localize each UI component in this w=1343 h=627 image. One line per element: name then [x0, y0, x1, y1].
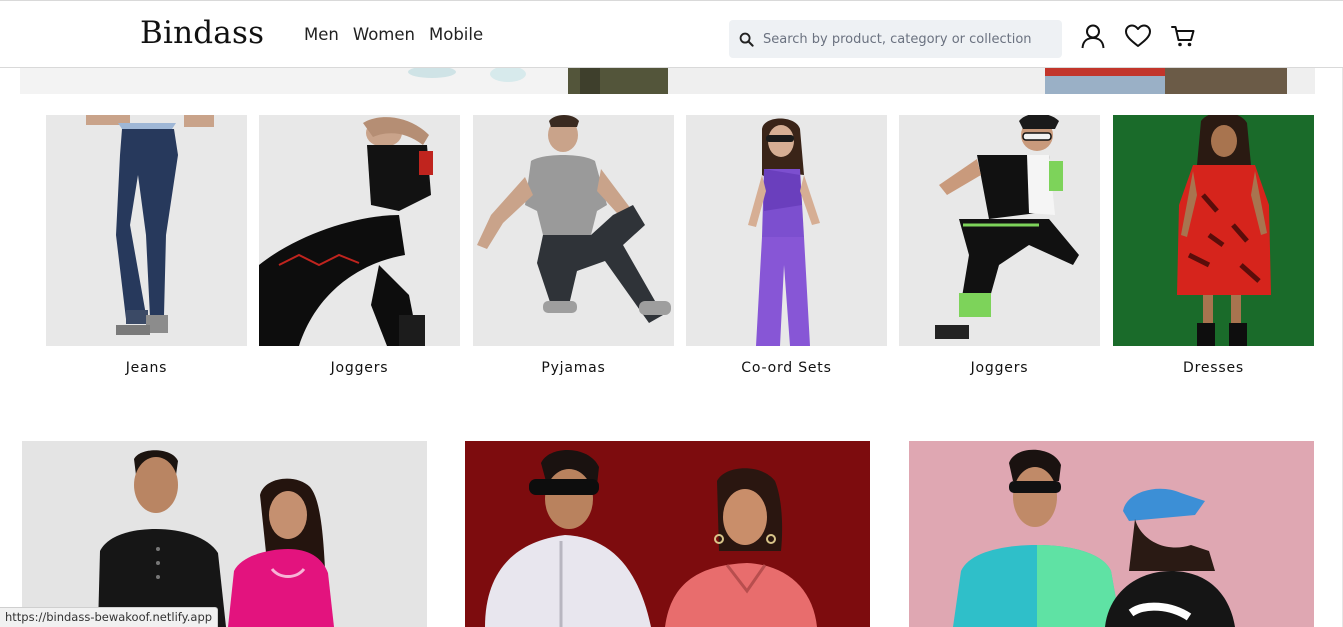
hero-banner[interactable]	[20, 68, 1315, 94]
nav-link-mobile[interactable]: Mobile	[429, 25, 483, 44]
hero-banner-left-image	[20, 68, 668, 94]
brand-logo[interactable]: Bindass	[140, 15, 264, 51]
category-label-dresses[interactable]: Dresses	[1113, 360, 1314, 376]
category-card-pyjamas[interactable]	[473, 115, 674, 346]
site-header: Bindass Men Women Mobile	[0, 0, 1343, 68]
category-label-joggers[interactable]: Joggers	[259, 360, 460, 376]
category-label-co-ord-sets[interactable]: Co-ord Sets	[686, 360, 887, 376]
category-image-pyjamas	[473, 115, 674, 346]
category-card-joggers-2[interactable]	[899, 115, 1100, 346]
category-label-joggers-2[interactable]: Joggers	[899, 360, 1100, 376]
user-icon[interactable]	[1078, 21, 1108, 51]
nav-link-men[interactable]: Men	[304, 25, 339, 44]
category-label-jeans[interactable]: Jeans	[46, 360, 247, 376]
category-image-joggers	[259, 115, 460, 346]
heart-icon[interactable]	[1123, 21, 1153, 51]
cart-icon[interactable]	[1168, 21, 1198, 51]
category-card-co-ord-sets[interactable]	[686, 115, 887, 346]
category-image-co-ord-sets	[686, 115, 887, 346]
category-image-jeans	[46, 115, 247, 346]
main-nav: Men Women Mobile	[304, 25, 483, 44]
search-input[interactable]	[763, 20, 1062, 58]
category-image-dresses	[1113, 115, 1314, 346]
category-card-jeans[interactable]	[46, 115, 247, 346]
promo-banner-ethnic[interactable]	[22, 441, 427, 627]
category-card-dresses[interactable]	[1113, 115, 1314, 346]
category-card-joggers[interactable]	[259, 115, 460, 346]
browser-status-url: https://bindass-bewakoof.netlify.app	[0, 607, 219, 627]
promo-banner-oversized[interactable]	[909, 441, 1314, 627]
nav-link-women[interactable]: Women	[353, 25, 415, 44]
promo-image-oversized	[909, 441, 1314, 627]
promo-image-winterwear	[465, 441, 870, 627]
promo-image-ethnic	[22, 441, 427, 627]
category-image-joggers-2	[899, 115, 1100, 346]
category-label-pyjamas[interactable]: Pyjamas	[473, 360, 674, 376]
search-box	[729, 20, 1062, 58]
promo-banner-winterwear[interactable]	[465, 441, 870, 627]
hero-banner-right-image	[668, 68, 1315, 94]
search-icon[interactable]	[729, 32, 763, 47]
